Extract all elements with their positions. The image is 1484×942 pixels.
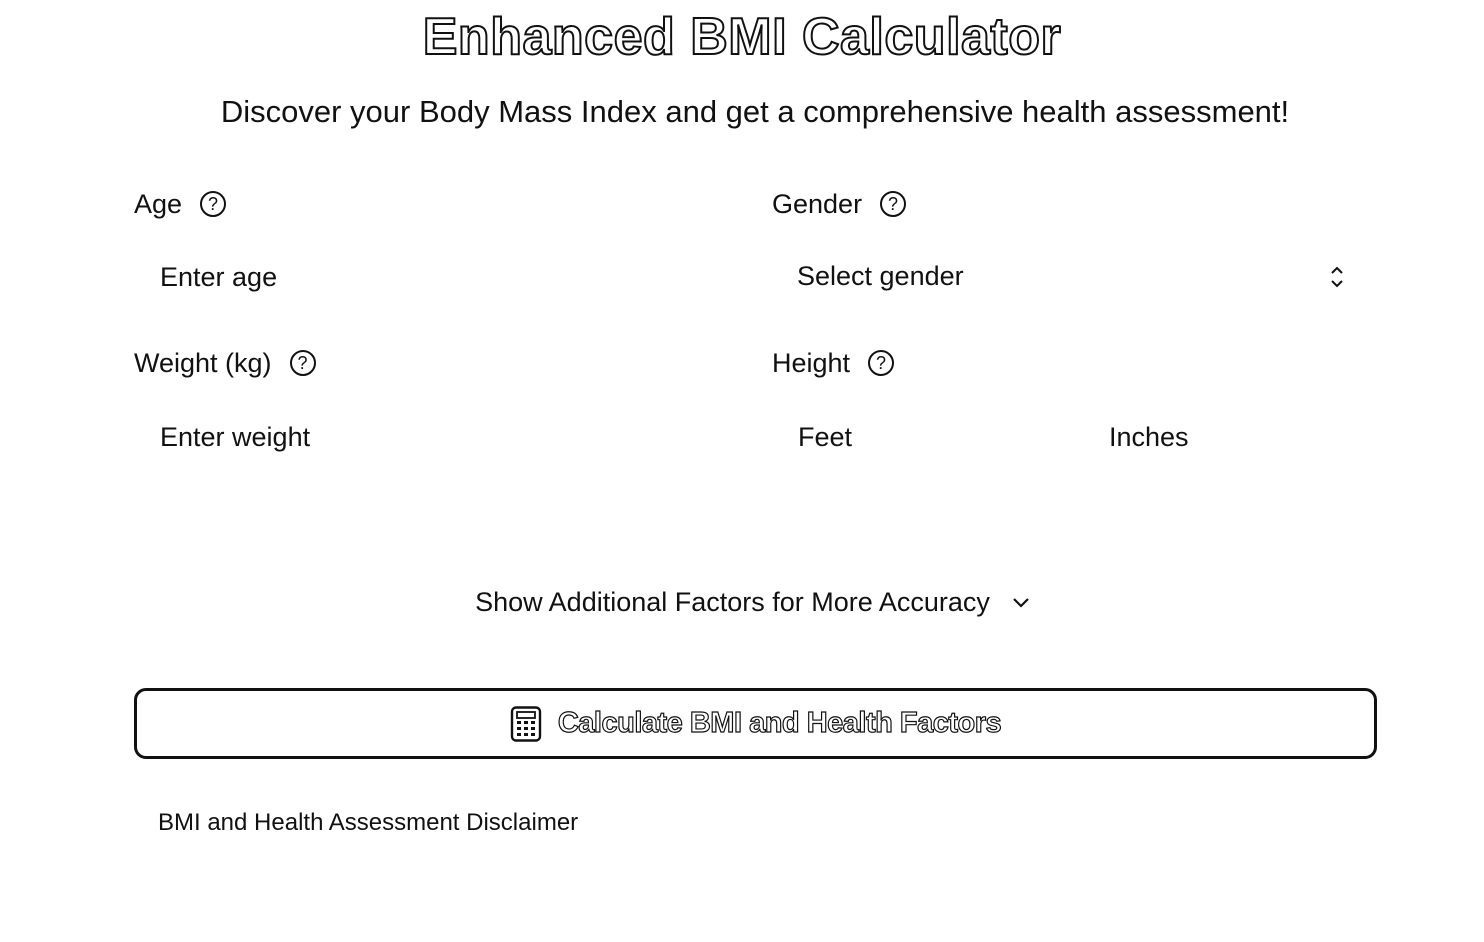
additional-factors-label: Show Additional Factors for More Accurac…	[475, 587, 990, 617]
disclaimer-toggle[interactable]: BMI and Health Assessment Disclaimer	[158, 808, 578, 838]
additional-factors-toggle[interactable]: Show Additional Factors for More Accurac…	[0, 584, 1484, 620]
weight-help-icon[interactable]: ?	[289, 350, 316, 376]
weight-label-group: Weight (kg) ?	[134, 347, 316, 379]
age-help-icon[interactable]: ?	[200, 191, 227, 217]
gender-select[interactable]: Select gender	[772, 252, 1372, 300]
height-feet-input[interactable]	[798, 414, 1078, 460]
weight-label: Weight (kg)	[134, 348, 272, 378]
height-inches-input[interactable]	[1109, 414, 1369, 460]
gender-help-icon[interactable]: ?	[880, 191, 907, 217]
height-help-icon[interactable]: ?	[868, 350, 895, 376]
select-chevron-icon	[1331, 266, 1343, 288]
calculate-button[interactable]: Calculate BMI and Health Factors	[134, 688, 1377, 759]
height-label-group: Height ?	[772, 347, 895, 379]
calculator-icon	[510, 705, 542, 742]
calculate-button-label: Calculate BMI and Health Factors	[557, 706, 1002, 739]
gender-selected-value: Select gender	[797, 260, 964, 291]
page-subtitle: Discover your Body Mass Index and get a …	[220, 94, 1290, 129]
gender-label: Gender	[772, 189, 863, 219]
height-label: Height	[772, 348, 851, 378]
chevron-down-icon	[1013, 598, 1029, 608]
weight-input[interactable]	[160, 414, 720, 460]
age-label: Age	[134, 189, 183, 219]
gender-label-group: Gender ?	[772, 188, 907, 220]
age-input[interactable]	[160, 254, 720, 300]
page-title: Enhanced BMI Calculator	[422, 7, 1062, 67]
age-label-group: Age ?	[134, 188, 227, 220]
